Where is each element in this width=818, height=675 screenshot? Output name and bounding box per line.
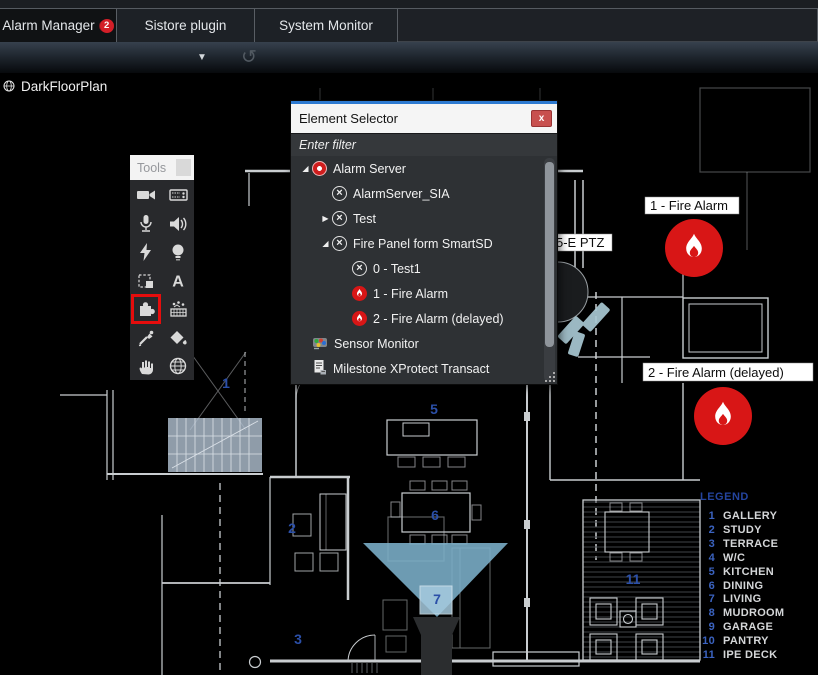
tree-item-test[interactable]: ▶ Test xyxy=(291,206,557,231)
tools-title: Tools xyxy=(137,161,176,175)
scrollbar-thumb[interactable] xyxy=(545,162,554,347)
tree-item-milestone-transact[interactable]: Milestone XProtect Transact xyxy=(291,356,557,381)
tree-item-alarmserver-sia[interactable]: AlarmServer_SIA xyxy=(291,181,557,206)
room-number: 2 xyxy=(288,520,296,536)
alarm-server-icon xyxy=(312,161,327,176)
plugin-puzzle-tool-icon[interactable] xyxy=(134,297,158,321)
app-window: Alarm Manager 2 Sistore plugin System Mo… xyxy=(0,0,818,675)
circle-x-icon xyxy=(332,211,347,226)
legend-item: 11IPE DECK xyxy=(700,649,818,663)
legend-item: 7LIVING xyxy=(700,593,818,607)
fire-alarm-marker-2[interactable]: 2 - Fire Alarm (delayed) xyxy=(643,363,813,445)
sensor-panel-tool-icon[interactable] xyxy=(166,297,190,321)
legend-item: 3TERRACE xyxy=(700,538,818,552)
tools-palette-header[interactable]: Tools xyxy=(130,155,194,180)
svg-text:A: A xyxy=(172,273,184,290)
region-tool-icon[interactable] xyxy=(134,269,158,293)
tree-item-sensor-monitor[interactable]: Sensor Monitor xyxy=(291,331,557,356)
stairs-overlay xyxy=(168,418,262,472)
legend-title: LEGEND xyxy=(700,491,818,503)
room-number: 3 xyxy=(294,631,302,647)
circle-x-icon xyxy=(332,186,347,201)
tools-palette: Tools A xyxy=(130,155,194,380)
sensor-monitor-icon xyxy=(312,335,328,353)
fire-alarm-2-label: 2 - Fire Alarm (delayed) xyxy=(648,365,784,380)
tree-item-fire-alarm-1[interactable]: 1 - Fire Alarm xyxy=(291,281,557,306)
legend-item: 1GALLERY xyxy=(700,510,818,524)
tree-item-fire-alarm-2[interactable]: 2 - Fire Alarm (delayed) xyxy=(291,306,557,331)
tools-grid: A xyxy=(130,180,194,380)
fire-icon xyxy=(352,286,367,301)
expander-expanded-icon[interactable]: ◢ xyxy=(299,164,312,173)
legend-item: 8MUDROOM xyxy=(700,607,818,621)
circle-x-icon xyxy=(332,236,347,251)
element-tree: ◢ Alarm Server AlarmServer_SIA ▶ Test ◢ … xyxy=(291,156,557,384)
tree-item-test1[interactable]: 0 - Test1 xyxy=(291,256,557,281)
fire-alarm-marker-1[interactable]: 1 - Fire Alarm xyxy=(645,197,739,277)
legend: LEGEND 1GALLERY 2STUDY 3TERRACE 4W/C 5KI… xyxy=(700,491,818,663)
video-camera-tool-icon[interactable] xyxy=(134,183,158,207)
legend-item: 9GARAGE xyxy=(700,621,818,635)
globe-tool-icon[interactable] xyxy=(166,354,190,378)
legend-item: 4W/C xyxy=(700,552,818,566)
fill-tool-icon[interactable] xyxy=(166,326,190,350)
transact-icon xyxy=(312,359,327,378)
dialog-title: Element Selector xyxy=(299,111,531,126)
expander-expanded-icon[interactable]: ◢ xyxy=(319,239,332,248)
light-bulb-tool-icon[interactable] xyxy=(166,240,190,264)
room-number: 1 xyxy=(222,375,230,391)
recorder-tool-icon[interactable] xyxy=(166,183,190,207)
legend-item: 2STUDY xyxy=(700,524,818,538)
camera-body[interactable] xyxy=(413,617,460,675)
tree-item-fire-panel[interactable]: ◢ Fire Panel form SmartSD xyxy=(291,231,557,256)
legend-item: 10PANTRY xyxy=(700,635,818,649)
legend-item: 6DINING xyxy=(700,580,818,594)
element-selector-dialog: Element Selector x ◢ Alarm Server AlarmS… xyxy=(290,100,558,385)
ptz-label-text: 5-E PTZ xyxy=(556,235,604,250)
legend-item: 5KITCHEN xyxy=(700,566,818,580)
hand-pan-tool-icon[interactable] xyxy=(134,354,158,378)
expander-collapsed-icon[interactable]: ▶ xyxy=(319,214,332,223)
lightning-tool-icon[interactable] xyxy=(134,240,158,264)
room-number: 11 xyxy=(626,571,641,587)
fire-alarm-1-label: 1 - Fire Alarm xyxy=(650,198,728,213)
tree-item-alarm-server[interactable]: ◢ Alarm Server xyxy=(291,156,557,181)
fire-icon xyxy=(352,311,367,326)
scrollbar-track[interactable] xyxy=(544,158,555,382)
dropper-tool-icon[interactable] xyxy=(134,326,158,350)
dialog-title-bar[interactable]: Element Selector x xyxy=(291,104,557,133)
room-number: 7 xyxy=(433,591,441,607)
tools-collapse-button[interactable] xyxy=(176,159,191,176)
text-tool-icon[interactable]: A xyxy=(166,269,190,293)
filter-input[interactable] xyxy=(291,133,557,156)
ptz-camera-label: 5-E PTZ xyxy=(552,234,612,251)
microphone-tool-icon[interactable] xyxy=(134,212,158,236)
close-button[interactable]: x xyxy=(531,110,552,127)
circle-x-icon xyxy=(352,261,367,276)
room-number: 6 xyxy=(431,507,439,523)
room-number: 5 xyxy=(430,401,438,417)
speaker-tool-icon[interactable] xyxy=(166,212,190,236)
resize-grip[interactable] xyxy=(543,370,556,383)
